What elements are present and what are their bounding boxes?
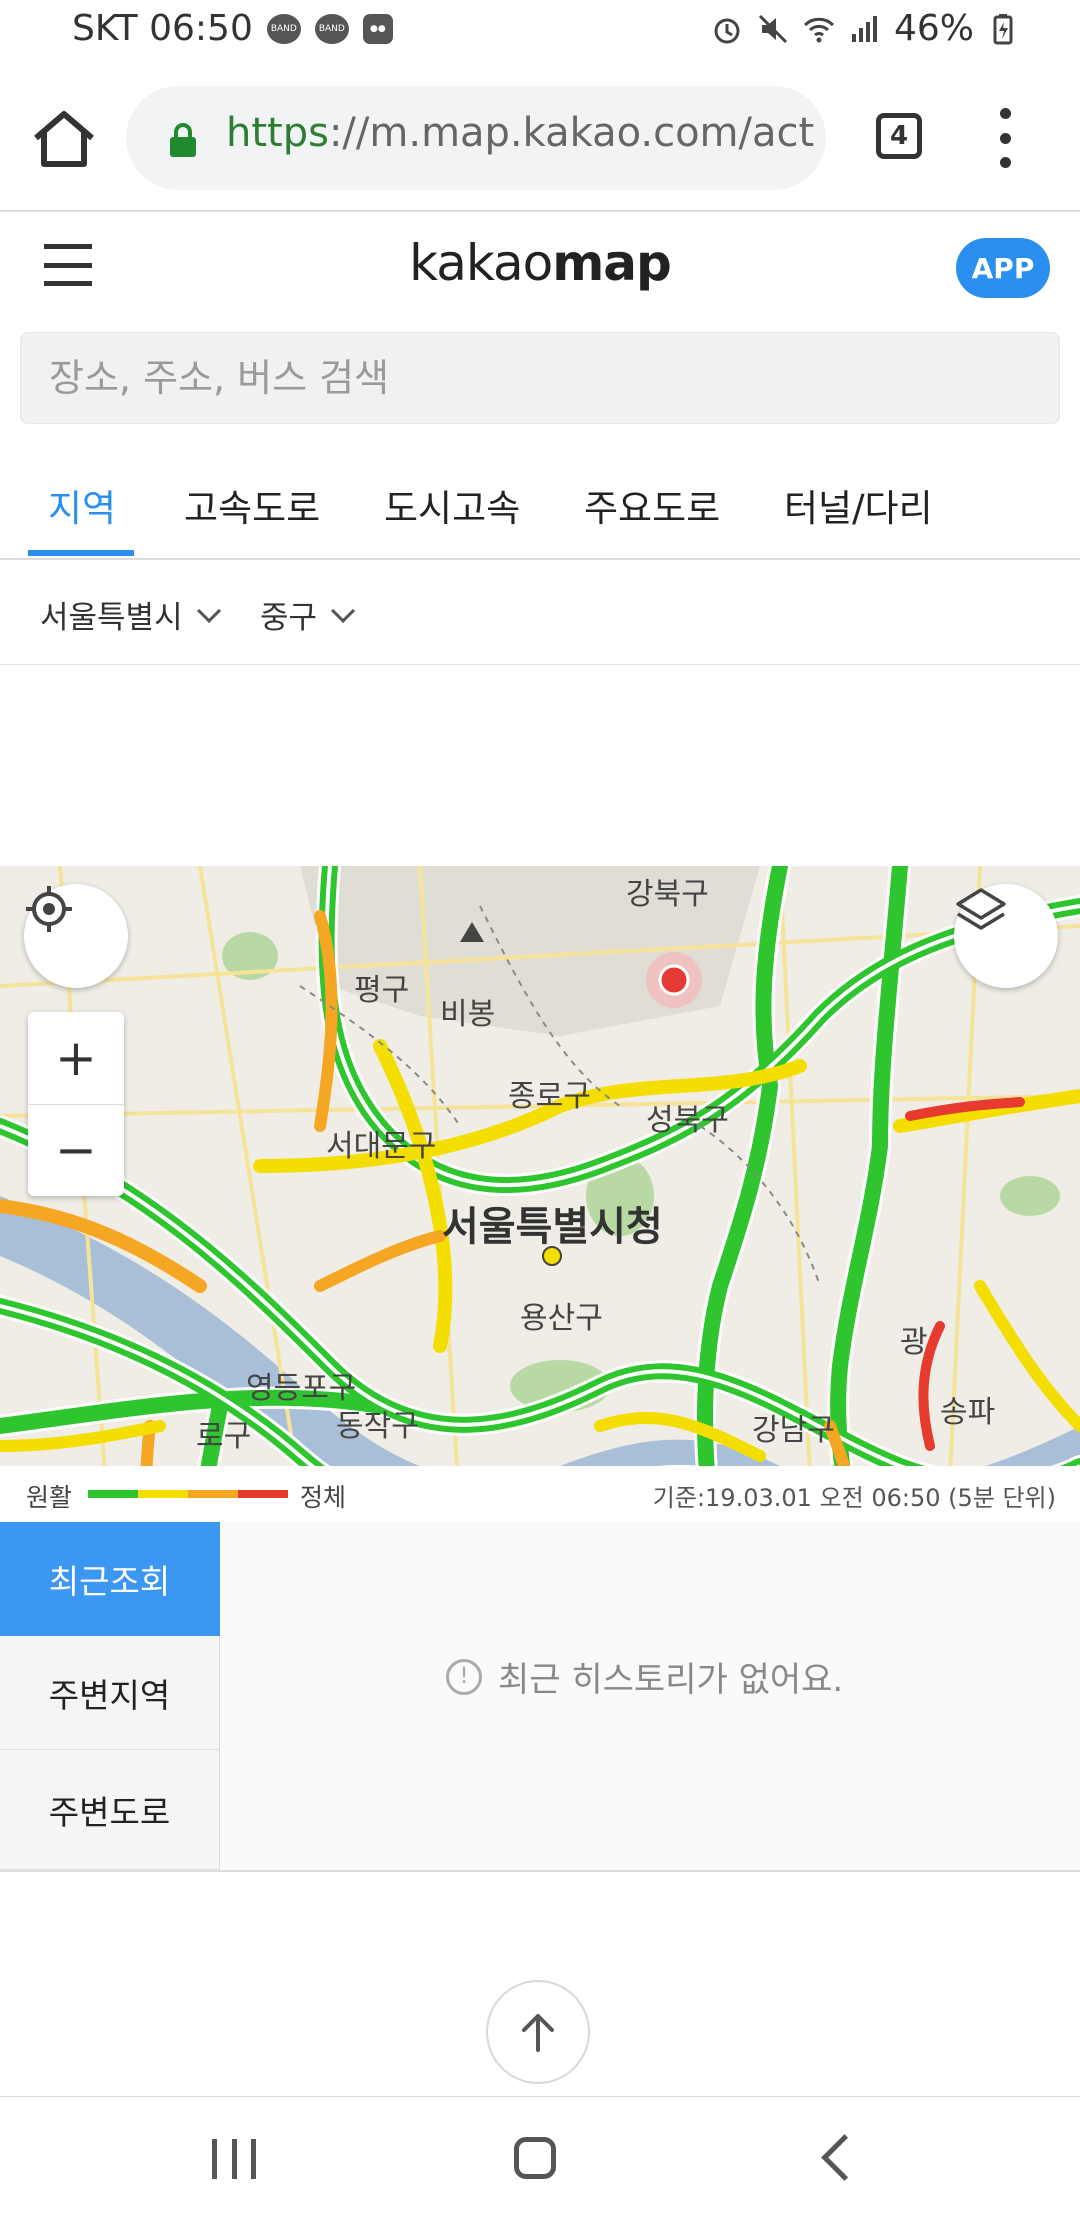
tab-urban-expressway[interactable]: 도시고속 [384, 478, 520, 532]
status-right: 46% [710, 8, 1020, 49]
empty-history: ! 최근 히스토리가 없어요. [446, 1652, 843, 1701]
signal-icon [851, 15, 877, 42]
map-label: 서대문구 [326, 1129, 436, 1164]
back-icon[interactable] [821, 2134, 868, 2181]
search-box[interactable] [20, 332, 1060, 424]
city-label: 서울특별시 [40, 600, 183, 636]
map-label: 성북구 [646, 1103, 729, 1138]
chevron-down-icon [196, 598, 221, 623]
tab-expressway[interactable]: 고속도로 [184, 478, 320, 532]
map-label: 평구 [354, 973, 409, 1008]
active-tab-indicator [28, 550, 134, 556]
url-scheme: https [226, 110, 329, 156]
battery-percent: 46% [893, 8, 974, 49]
url-rest: ://m.map.kakao.com/acti [328, 110, 816, 156]
recent-apps-icon[interactable] [212, 2139, 256, 2179]
band-notification-icon: BAND [314, 13, 349, 44]
legend-smooth: 원활 [26, 1483, 73, 1512]
city-dropdown[interactable]: 서울특별시 [40, 592, 221, 637]
chevron-down-icon [331, 598, 356, 623]
address-bar[interactable]: https://m.map.kakao.com/acti [126, 86, 826, 190]
lock-icon [170, 123, 196, 157]
map-label-city-hall: 서울특별시청 [442, 1204, 663, 1250]
history-panel: 최근조회 주변지역 주변도로 ! 최근 히스토리가 없어요. [0, 1522, 1080, 1872]
site-header: kakaomap APP [0, 212, 1080, 322]
more-menu-icon[interactable] [990, 108, 1020, 168]
side-tab-recent[interactable]: 최근조회 [0, 1522, 220, 1636]
search-input[interactable] [21, 333, 1059, 423]
traffic-legend: 원활 정체 기준:19.03.01 오전 06:50 (5분 단위) [0, 1466, 1080, 1523]
map-label: 종로구 [508, 1079, 591, 1114]
app-button[interactable]: APP [956, 238, 1050, 298]
district-label: 중구 [260, 600, 318, 636]
district-dropdown[interactable]: 중구 [260, 592, 356, 637]
alarm-icon [714, 18, 740, 43]
locate-icon[interactable] [24, 884, 128, 988]
tab-switcher-button[interactable]: 4 [876, 113, 922, 159]
mute-icon [758, 14, 788, 43]
legend-color-bar [88, 1490, 288, 1498]
url-text[interactable]: https://m.map.kakao.com/acti [226, 110, 816, 156]
carrier-time: SKT 06:50 [72, 8, 253, 49]
map-label: 용산구 [520, 1301, 603, 1336]
home-nav-icon[interactable] [514, 2137, 556, 2179]
status-bar: SKT 06:50 BAND BAND ●● 46% [0, 0, 1080, 68]
tab-main-road[interactable]: 주요도로 [584, 478, 720, 532]
scroll-top-button[interactable] [486, 1980, 590, 2084]
empty-history-message: 최근 히스토리가 없어요. [498, 1660, 844, 1700]
kakaomap-page: kakaomap APP 지역 고속도로 도시고속 주요도로 터널/다리 서울특… [0, 212, 1080, 2096]
kakaomap-logo[interactable]: kakaomap [0, 234, 1080, 292]
zoom-in-button[interactable]: + [28, 1012, 124, 1105]
exclamation-icon: ! [446, 1658, 482, 1695]
app-notification-icon: ●● [362, 13, 393, 44]
zoom-control: + − [28, 1012, 124, 1196]
map-label: 비봉 [440, 997, 495, 1032]
battery-icon [993, 13, 1013, 44]
status-left: SKT 06:50 BAND BAND ●● [72, 8, 393, 49]
map-label: 강남구 [752, 1413, 835, 1448]
map-label: 송파 [940, 1395, 995, 1430]
region-filter-row: 서울특별시 중구 [0, 560, 1080, 665]
map-label: 동작구 [336, 1409, 419, 1444]
arrow-up-icon [522, 2014, 554, 2052]
legend-congested: 정체 [300, 1483, 347, 1512]
legend-timestamp: 기준:19.03.01 오전 06:50 (5분 단위) [652, 1484, 1056, 1512]
map-label: 로구 [196, 1419, 251, 1454]
tab-tunnel-bridge[interactable]: 터널/다리 [784, 478, 933, 532]
map-label: 광 [900, 1325, 928, 1360]
map-label: 영등포구 [246, 1371, 356, 1406]
browser-toolbar: https://m.map.kakao.com/acti 4 [0, 68, 1080, 211]
system-nav-bar [0, 2096, 1080, 2221]
layers-icon[interactable] [954, 884, 1058, 988]
category-tabs: 지역 고속도로 도시고속 주요도로 터널/다리 [0, 428, 1080, 560]
side-tab-nearby-road[interactable]: 주변도로 [0, 1750, 220, 1870]
home-icon[interactable] [28, 106, 100, 170]
tab-region[interactable]: 지역 [48, 478, 116, 532]
wifi-icon [803, 17, 835, 42]
map-label: 강북구 [626, 877, 709, 912]
zoom-out-button[interactable]: − [28, 1105, 124, 1197]
band-notification-icon: BAND [266, 13, 301, 44]
side-tab-nearby-area[interactable]: 주변지역 [0, 1636, 220, 1750]
